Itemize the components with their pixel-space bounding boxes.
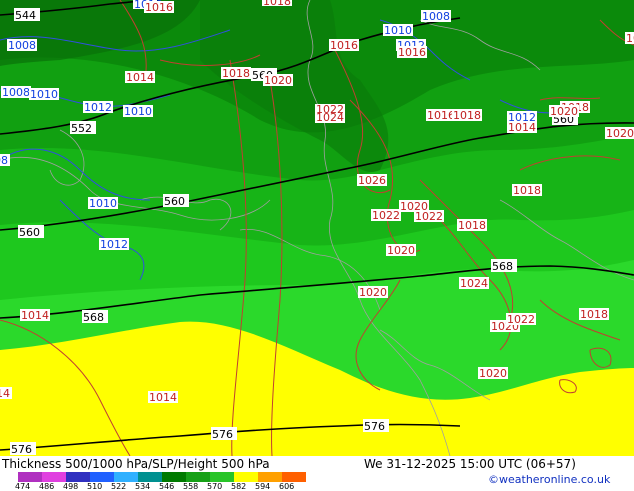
- slp-label: 1010: [89, 197, 117, 210]
- slp-label: 1022: [415, 210, 443, 223]
- map-title: Thickness 500/1000 hPa/SLP/Height 500 hP…: [2, 457, 270, 471]
- slp-label: 1008: [422, 10, 450, 23]
- scale-swatch: [66, 472, 90, 482]
- scale-swatch: [162, 472, 186, 482]
- height-label: 552: [71, 122, 92, 135]
- scale-swatch: [258, 472, 282, 482]
- slp-label: 1020: [479, 367, 507, 380]
- slp-label: 1010: [124, 105, 152, 118]
- weather-map: 544 552 560 560 560 568 568 576 576 576 …: [0, 0, 634, 457]
- slp-label: 1020: [550, 105, 578, 118]
- slp-label: 1020: [387, 244, 415, 257]
- slp-label: 1016: [427, 109, 455, 122]
- slp-label: 1026: [358, 174, 386, 187]
- slp-label: 1022: [372, 209, 400, 222]
- slp-label: 1018: [458, 219, 486, 232]
- slp-label: 1020: [626, 32, 634, 45]
- scale-swatch: [90, 472, 114, 482]
- slp-label: 1016: [330, 39, 358, 52]
- height-label: 544: [15, 9, 36, 22]
- height-label: 560: [19, 226, 40, 239]
- slp-label: 1014: [126, 71, 154, 84]
- height-label: 568: [492, 260, 513, 273]
- scale-swatch: [282, 472, 306, 482]
- scale-swatch: [18, 472, 42, 482]
- slp-label: 1018: [263, 0, 291, 8]
- slp-label: 1014: [149, 391, 177, 404]
- slp-label: 1018: [513, 184, 541, 197]
- height-label: 568: [83, 311, 104, 324]
- valid-time: We 31-12-2025 15:00 UTC (06+57): [364, 457, 576, 471]
- height-label: 576: [364, 420, 385, 433]
- slp-label: 1012: [84, 101, 112, 114]
- credit-link[interactable]: ©weatheronline.co.uk: [488, 473, 610, 486]
- slp-label: 1018: [222, 67, 250, 80]
- scale-swatch: [114, 472, 138, 482]
- scale-swatch: [234, 472, 258, 482]
- slp-label: 1016: [145, 1, 173, 14]
- slp-label: 1014: [508, 121, 536, 134]
- slp-label: 1014: [21, 309, 49, 322]
- height-label: 576: [212, 428, 233, 441]
- slp-label: 1010: [30, 88, 58, 101]
- slp-label: 1018: [580, 308, 608, 321]
- slp-label: 1024: [460, 277, 488, 290]
- height-label: 576: [11, 443, 32, 456]
- slp-label: 1008: [0, 154, 8, 167]
- slp-label: 1008: [2, 86, 30, 99]
- scale-swatch: [42, 472, 66, 482]
- height-label: 560: [164, 195, 185, 208]
- slp-label: 1020: [606, 127, 634, 140]
- slp-label: 1012: [100, 238, 128, 251]
- slp-label: 1016: [398, 46, 426, 59]
- scale-swatch: [138, 472, 162, 482]
- slp-label: 1014: [0, 387, 10, 400]
- slp-label: 1018: [453, 109, 481, 122]
- slp-label: 1022: [507, 313, 535, 326]
- map-canvas: 544 552 560 560 560 568 568 576 576 576 …: [0, 0, 634, 457]
- slp-label: 1010: [384, 24, 412, 37]
- scale-swatch: [210, 472, 234, 482]
- slp-label: 1020: [359, 286, 387, 299]
- slp-label: 1020: [264, 74, 292, 87]
- scale-swatch: [186, 472, 210, 482]
- slp-label: 1008: [8, 39, 36, 52]
